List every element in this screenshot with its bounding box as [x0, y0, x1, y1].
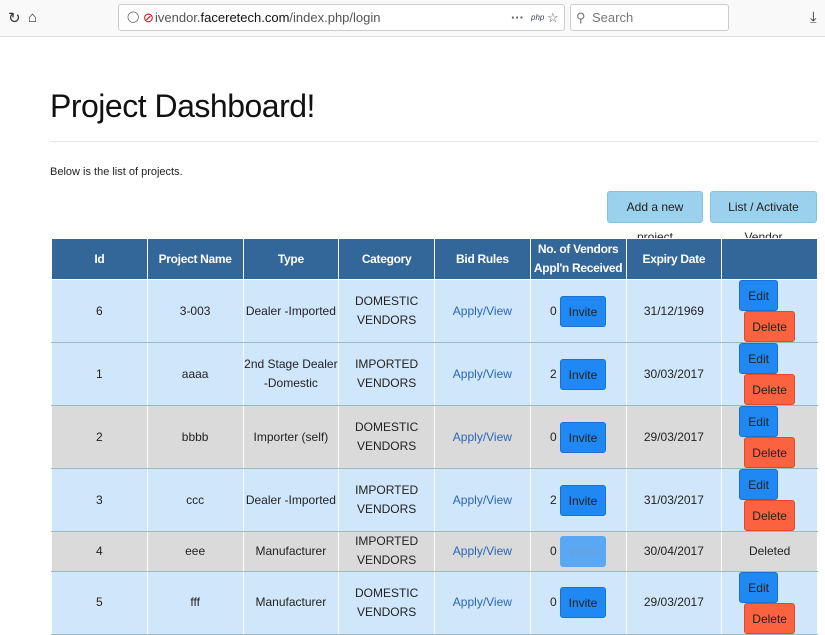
- table-row: 5 fff Manufacturer DOMESTIC VENDORS Appl…: [51, 570, 818, 635]
- delete-button[interactable]: Delete: [744, 602, 795, 634]
- delete-button[interactable]: Delete: [744, 311, 795, 342]
- apply-view-link[interactable]: Apply/View: [453, 367, 512, 381]
- project-category: IMPORTED VENDORS: [355, 534, 419, 568]
- apply-view-link[interactable]: Apply/View: [453, 430, 512, 444]
- expiry-date: 30/03/2017: [643, 366, 704, 381]
- divider: [50, 141, 818, 142]
- star-icon[interactable]: ☆: [547, 5, 559, 30]
- invite-button[interactable]: Invite: [559, 358, 607, 390]
- project-name: 3-003: [179, 303, 211, 318]
- project-category: IMPORTED VENDORS: [355, 357, 419, 390]
- search-icon: ⚲: [576, 10, 586, 25]
- project-type: Dealer -Imported: [245, 303, 336, 318]
- apply-view-link[interactable]: Apply/View: [453, 544, 512, 558]
- insecure-lock-icon[interactable]: ⊘: [143, 5, 154, 30]
- apply-view-link[interactable]: Apply/View: [453, 595, 512, 609]
- invite-button[interactable]: Invite: [559, 484, 607, 516]
- project-name: eee: [185, 543, 206, 558]
- invite-button[interactable]: Invite: [559, 295, 607, 327]
- table-row: 3 ccc Dealer -Imported IMPORTED VENDORS …: [51, 468, 818, 532]
- project-name: aaaa: [181, 366, 209, 381]
- download-icon[interactable]: ⤓: [810, 9, 817, 26]
- table-row: 2 bbbb Importer (self) DOMESTIC VENDORS …: [51, 405, 818, 469]
- edit-button[interactable]: Edit: [739, 280, 778, 311]
- project-id: 2: [96, 429, 103, 444]
- status-deleted: Deleted: [748, 543, 791, 558]
- invite-button[interactable]: Invite: [559, 535, 607, 567]
- column-header: No. of Vendors Appl'n Received: [529, 238, 627, 280]
- page-title: Project Dashboard!: [50, 88, 315, 124]
- table-row: 4 eee Manufacturer IMPORTED VENDORS Appl…: [51, 531, 818, 572]
- add-project-button[interactable]: Add a new project: [607, 191, 703, 244]
- project-category: IMPORTED VENDORS: [355, 483, 419, 516]
- delete-button[interactable]: Delete: [744, 437, 795, 468]
- project-type: Manufacturer: [255, 595, 327, 609]
- project-category: DOMESTIC VENDORS: [354, 294, 419, 327]
- more-icon[interactable]: ···: [511, 5, 524, 30]
- project-name: fff: [190, 595, 200, 609]
- project-id: 1: [96, 366, 103, 381]
- column-header: Bid Rules: [434, 238, 531, 280]
- project-name: ccc: [186, 492, 205, 507]
- invite-button[interactable]: Invite: [559, 421, 607, 453]
- edit-button[interactable]: Edit: [739, 343, 778, 374]
- table-row: 1 aaaa 2nd Stage Dealer -Domestic IMPORT…: [51, 342, 818, 406]
- edit-button[interactable]: Edit: [739, 469, 778, 500]
- vendor-count: 0: [549, 303, 557, 318]
- project-category: DOMESTIC VENDORS: [354, 420, 419, 453]
- vendor-count: 0: [549, 429, 557, 444]
- project-id: 4: [96, 543, 103, 558]
- column-header: Category: [338, 238, 435, 280]
- column-header: Type: [242, 238, 340, 280]
- delete-button[interactable]: Delete: [744, 374, 795, 405]
- apply-view-link[interactable]: Apply/View: [453, 304, 512, 318]
- actions-cell: EditDelete: [721, 279, 818, 343]
- actions-cell: Deleted: [721, 531, 818, 572]
- column-header: Id: [51, 238, 148, 280]
- expiry-date: 30/04/2017: [643, 543, 704, 558]
- vendor-count: 2: [549, 492, 557, 507]
- expiry-date: 29/03/2017: [643, 595, 704, 609]
- column-header: [721, 238, 818, 280]
- table-row: 6 3-003 Dealer -Imported DOMESTIC VENDOR…: [51, 279, 818, 343]
- edit-button[interactable]: Edit: [739, 571, 778, 603]
- expiry-date: 31/12/1969: [643, 303, 704, 318]
- expiry-date: 29/03/2017: [643, 429, 704, 444]
- project-id: 6: [96, 303, 103, 318]
- invite-button[interactable]: Invite: [559, 587, 607, 618]
- project-id: 5: [96, 595, 103, 609]
- projects-table: Id Project Name Type Category Bid Rules No. o…: [51, 238, 818, 635]
- expiry-date: 31/03/2017: [643, 492, 704, 507]
- home-icon[interactable]: ⌂: [28, 9, 37, 26]
- php-badge[interactable]: php: [531, 5, 544, 30]
- column-header: Expiry Date: [625, 238, 723, 280]
- actions-cell: EditDelete: [721, 468, 818, 532]
- search-input[interactable]: ⚲ Search: [570, 4, 729, 31]
- project-type: 2nd Stage Dealer -Domestic: [244, 357, 338, 390]
- project-id: 3: [96, 492, 103, 507]
- actions-cell: EditDelete: [721, 405, 818, 469]
- actions-cell: EditDelete: [721, 342, 818, 406]
- apply-view-link[interactable]: Apply/View: [453, 493, 512, 507]
- list-activate-vendor-button[interactable]: List / Activate Vendor: [710, 191, 817, 244]
- vendor-count: 0: [549, 543, 557, 558]
- project-name: bbbb: [181, 429, 209, 444]
- address-bar[interactable]: ◯ ⊘ ivendor.faceretech.com/index.php/log…: [118, 4, 565, 31]
- intro-text: Below is the list of projects.: [50, 166, 183, 178]
- project-type: Dealer -Imported: [245, 492, 336, 507]
- delete-button[interactable]: Delete: [744, 500, 795, 531]
- vendor-count: 2: [549, 366, 557, 381]
- project-type: Manufacturer: [255, 543, 327, 558]
- shield-icon[interactable]: ◯: [127, 5, 139, 30]
- column-header: Project Name: [146, 238, 244, 280]
- reload-icon[interactable]: ↻: [8, 9, 21, 27]
- edit-button[interactable]: Edit: [739, 406, 778, 437]
- project-type: Importer (self): [253, 429, 329, 444]
- vendor-count: 0: [549, 595, 557, 609]
- actions-cell: EditDelete: [721, 570, 818, 635]
- browser-toolbar: ↻ ⌂ ◯ ⊘ ivendor.faceretech.com/index.php…: [0, 0, 825, 37]
- project-category: DOMESTIC VENDORS: [354, 585, 419, 619]
